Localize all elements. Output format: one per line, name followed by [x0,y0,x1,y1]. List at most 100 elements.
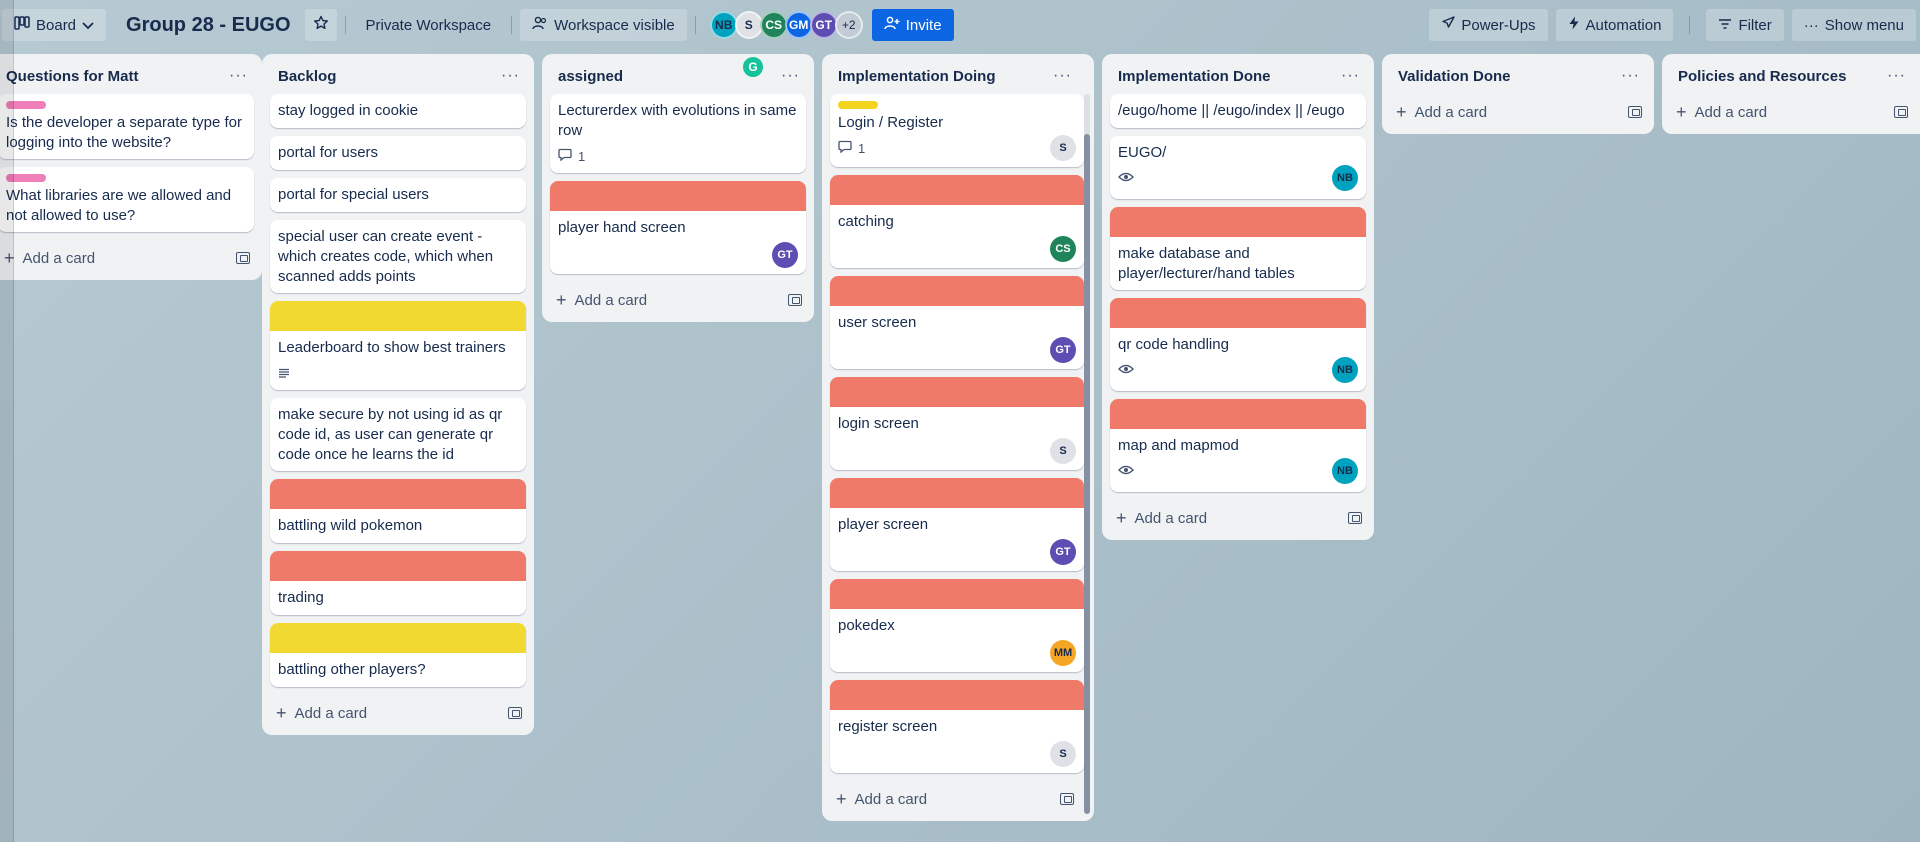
card-template-icon[interactable] [1894,106,1908,118]
list-header[interactable]: assigned ··· [542,58,814,94]
list-menu-icon[interactable]: ··· [1883,67,1910,85]
lightning-icon [1568,16,1580,34]
list-header[interactable]: Backlog ··· [262,58,534,94]
add-card-button[interactable]: + Add a card [836,790,927,808]
card-template-icon[interactable] [1060,793,1074,805]
filter-button[interactable]: Filter [1706,9,1784,41]
card[interactable]: Login / Register 1 S [830,94,1084,167]
card-label[interactable] [838,101,878,109]
more-members-button[interactable]: +2 [834,11,863,39]
list-menu-icon[interactable]: ··· [777,67,804,85]
list-title[interactable]: Validation Done [1398,68,1511,85]
plus-icon: + [276,703,287,723]
list-title[interactable]: Questions for Matt [6,68,139,85]
workspace-button[interactable]: Private Workspace [354,9,504,41]
list-title[interactable]: Policies and Resources [1678,68,1846,85]
sidebar-collapsed-strip[interactable] [0,0,14,842]
card[interactable]: Lecturerdex with evolutions in same row … [550,94,806,173]
add-card-button[interactable]: + Add a card [4,249,95,267]
card[interactable]: qr code handling NB [1110,298,1366,391]
grammarly-icon[interactable]: G [743,57,763,77]
card[interactable]: make database and player/lecturer/hand t… [1110,207,1366,290]
card-member-avatar[interactable]: MM [1050,640,1076,666]
list-title[interactable]: Implementation Done [1118,68,1271,85]
card-member-avatar[interactable]: S [1050,135,1076,161]
card-template-icon[interactable] [1348,512,1362,524]
add-card-button[interactable]: + Add a card [1116,509,1207,527]
list-title[interactable]: Implementation Doing [838,68,996,85]
visibility-button[interactable]: Workspace visible [520,9,687,41]
card[interactable]: EUGO/ NB [1110,136,1366,199]
card[interactable]: Is the developer a separate type for log… [0,94,254,159]
card-member-avatar[interactable]: GT [1050,539,1076,565]
card[interactable]: pokedex MM [830,579,1084,672]
card[interactable]: register screen S [830,680,1084,773]
list-menu-icon[interactable]: ··· [225,67,252,85]
card-template-icon[interactable] [236,252,250,264]
scrollbar-thumb[interactable] [1084,134,1090,814]
list-title[interactable]: Backlog [278,68,336,85]
member-avatar[interactable]: S [734,11,763,39]
list-title[interactable]: assigned [558,68,623,85]
watch-eye-icon [1118,464,1134,479]
member-avatar[interactable]: CS [759,11,788,39]
card[interactable]: player hand screen GT [550,181,806,274]
card-member-avatar[interactable]: GT [1050,337,1076,363]
card[interactable]: /eugo/home || /eugo/index || /eugo [1110,94,1366,128]
card[interactable]: user screen GT [830,276,1084,369]
card-member-avatar[interactable]: NB [1332,165,1358,191]
list-implementation-doing: Implementation Doing ··· Login / Registe… [822,54,1094,821]
card[interactable]: portal for users [270,136,526,170]
card-title: Is the developer a separate type for log… [6,114,242,151]
card[interactable]: catching CS [830,175,1084,268]
list-header[interactable]: Implementation Done ··· [1102,58,1374,94]
list-header[interactable]: Validation Done ··· [1382,58,1654,94]
list-scrollbar[interactable] [1084,94,1090,814]
list-footer: + Add a card [542,282,814,318]
card-member-avatar[interactable]: CS [1050,236,1076,262]
card-template-icon[interactable] [1628,106,1642,118]
automation-button[interactable]: Automation [1555,9,1674,41]
list-menu-icon[interactable]: ··· [1049,67,1076,85]
card[interactable]: make secure by not using id as qr code i… [270,398,526,471]
card[interactable]: battling other players? [270,623,526,687]
card[interactable]: login screen S [830,377,1084,470]
card[interactable]: stay logged in cookie [270,94,526,128]
card-member-avatar[interactable]: S [1050,438,1076,464]
list-menu-icon[interactable]: ··· [1337,67,1364,85]
list-menu-icon[interactable]: ··· [1617,67,1644,85]
card-member-avatar[interactable]: S [1050,741,1076,767]
board-title[interactable]: Group 28 - EUGO [116,14,300,37]
card-cover [270,623,526,653]
view-switcher-button[interactable]: Board [2,9,107,41]
card[interactable]: trading [270,551,526,615]
card-member-avatar[interactable]: NB [1332,357,1358,383]
list-header[interactable]: Questions for Matt ··· [0,58,262,94]
card[interactable]: player screen GT [830,478,1084,571]
card-member-avatar[interactable]: NB [1332,458,1358,484]
card[interactable]: What libraries are we allowed and not al… [0,167,254,232]
filter-label: Filter [1738,16,1772,34]
star-board-button[interactable] [304,9,337,41]
add-card-button[interactable]: + Add a card [276,704,367,722]
power-ups-button[interactable]: Power-Ups [1429,9,1548,41]
card-member-avatar[interactable]: GT [772,242,798,268]
member-avatar[interactable]: GT [809,11,838,39]
card[interactable]: Leaderboard to show best trainers [270,301,526,390]
card[interactable]: battling wild pokemon [270,479,526,543]
list-menu-icon[interactable]: ··· [497,67,524,85]
add-card-button[interactable]: + Add a card [1676,103,1767,121]
card[interactable]: portal for special users [270,178,526,212]
card[interactable]: special user can create event - which cr… [270,220,526,293]
list-header[interactable]: Implementation Doing ··· [822,58,1086,94]
card-template-icon[interactable] [788,294,802,306]
card-template-icon[interactable] [508,707,522,719]
list-header[interactable]: Policies and Resources ··· [1662,58,1920,94]
member-avatar[interactable]: GM [784,11,813,39]
show-menu-button[interactable]: ··· Show menu [1791,9,1916,41]
member-avatar[interactable]: NB [709,11,738,39]
card[interactable]: map and mapmod NB [1110,399,1366,492]
add-card-button[interactable]: + Add a card [1396,103,1487,121]
add-card-button[interactable]: + Add a card [556,291,647,309]
invite-button[interactable]: Invite [871,9,954,41]
